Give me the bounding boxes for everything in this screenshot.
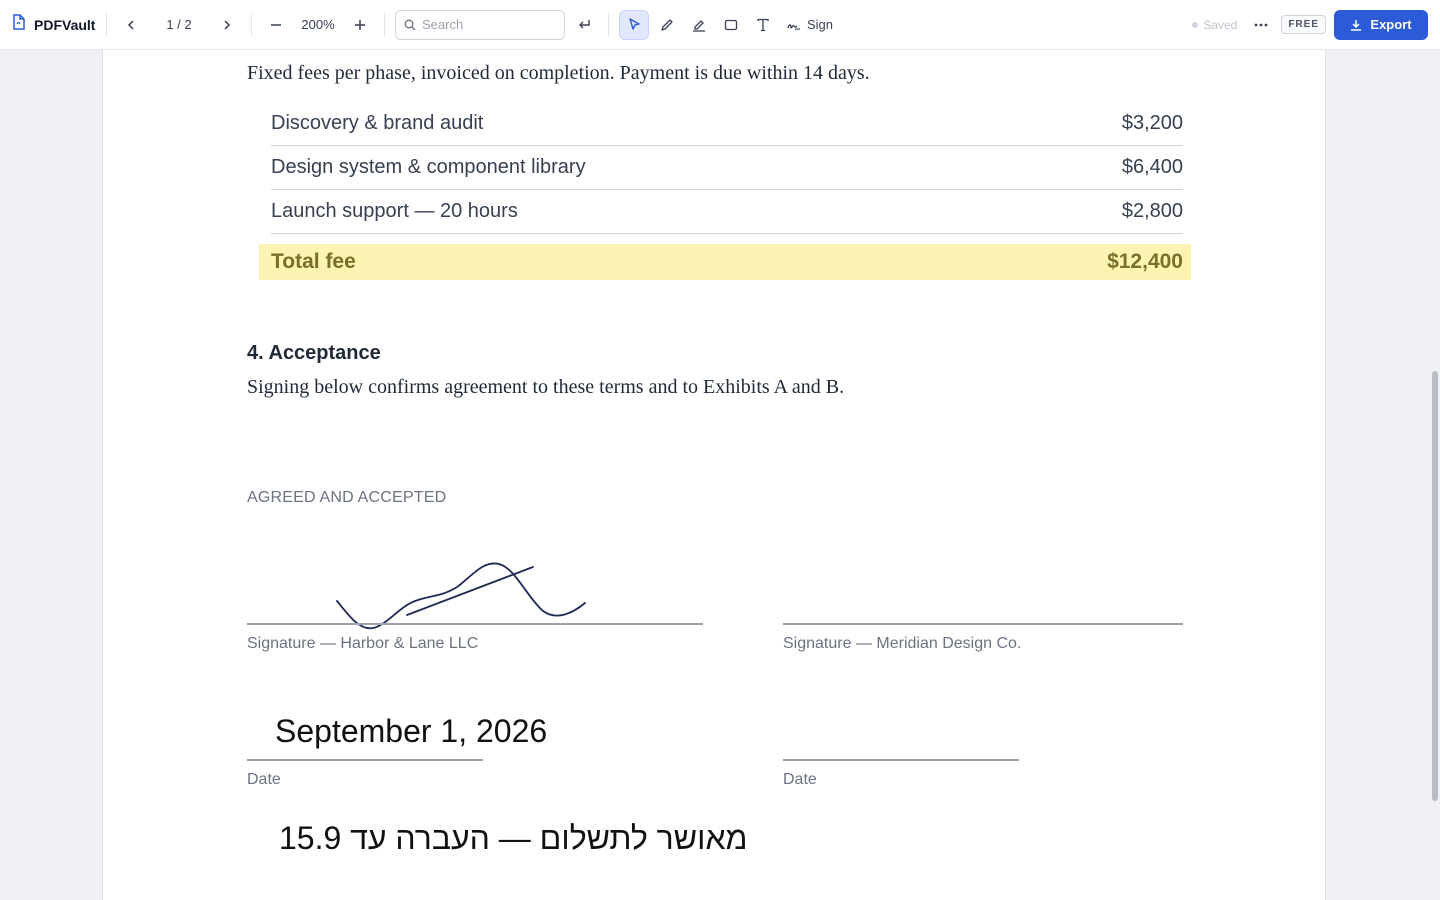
signature-caption-right: Signature — Meridian Design Co.	[783, 635, 1022, 652]
fee-row: Discovery & brand audit $3,200	[271, 102, 1183, 146]
zoom-out-button[interactable]	[262, 11, 290, 39]
fee-row: Design system & component library $6,400	[271, 146, 1183, 190]
text-tool-button[interactable]	[749, 11, 777, 39]
document-page: Fixed fees per phase, invoiced on comple…	[102, 50, 1326, 900]
saved-label: Saved	[1203, 17, 1238, 32]
section-paragraph: Signing below confirms agreement to thes…	[247, 376, 845, 398]
highlight-tool-button[interactable]	[685, 11, 713, 39]
search-box[interactable]	[395, 9, 565, 40]
section-heading: 4. Acceptance	[247, 342, 381, 364]
plan-badge: FREE	[1281, 15, 1326, 34]
agreed-heading: AGREED AND ACCEPTED	[247, 489, 447, 506]
sign-button[interactable]: Sign	[783, 11, 837, 39]
brand: PDFVault	[12, 14, 96, 35]
next-page-button[interactable]	[213, 11, 241, 39]
download-icon	[1351, 19, 1362, 31]
search-submit-button[interactable]	[570, 11, 598, 39]
divider	[384, 12, 385, 37]
pen-tool-button[interactable]	[653, 11, 681, 39]
page-indicator: 1 / 2	[166, 17, 192, 32]
hebrew-text-annotation[interactable]: מאושר לתשלום — העברה עד 15.9	[279, 820, 748, 857]
total-amount: $12,400	[1107, 250, 1183, 273]
fee-label: Launch support — 20 hours	[271, 200, 518, 222]
search-input[interactable]	[422, 17, 552, 32]
zoom-in-button[interactable]	[346, 11, 374, 39]
chevron-left-icon	[127, 19, 134, 30]
text-icon	[757, 18, 769, 31]
search-icon	[404, 19, 416, 30]
chevron-right-icon	[224, 19, 231, 30]
date-caption-left: Date	[247, 771, 281, 788]
scrollbar-thumb[interactable]	[1432, 371, 1438, 801]
sign-label: Sign	[807, 17, 834, 32]
date-line-left	[247, 759, 483, 761]
pen-icon	[661, 18, 673, 31]
cursor-icon	[628, 18, 640, 30]
fee-label: Design system & component library	[271, 156, 586, 178]
file-icon	[12, 14, 26, 35]
minus-icon	[271, 23, 281, 26]
total-fee-row: Total fee $12,400	[259, 244, 1191, 280]
app-name: PDFVault	[34, 16, 96, 33]
date-field-left[interactable]: September 1, 2026	[275, 713, 547, 750]
fee-amount: $2,800	[1121, 200, 1183, 222]
divider	[251, 12, 252, 37]
return-icon	[579, 19, 590, 28]
export-label: Export	[1370, 17, 1412, 32]
fee-amount: $6,400	[1121, 156, 1183, 178]
highlighter-icon	[693, 19, 705, 32]
zoom-level[interactable]: 200%	[294, 17, 342, 32]
shape-tool-button[interactable]	[717, 11, 745, 39]
signature-line-left	[247, 623, 703, 625]
signature-line-right	[783, 623, 1183, 625]
select-tool-button[interactable]	[619, 9, 649, 40]
prev-page-button[interactable]	[117, 11, 145, 39]
toolbar: PDFVault 1 / 2 200% Sign	[0, 0, 1440, 50]
date-caption-right: Date	[783, 771, 817, 788]
divider	[106, 12, 107, 37]
rectangle-icon	[724, 19, 738, 30]
plus-icon	[355, 19, 365, 30]
save-status: Saved	[1192, 18, 1237, 32]
fee-row: Launch support — 20 hours $2,800	[271, 190, 1183, 234]
status-dot	[1192, 21, 1199, 28]
date-line-right	[783, 759, 1019, 761]
signature-caption-left: Signature — Harbor & Lane LLC	[247, 635, 479, 652]
signature-icon	[787, 23, 800, 30]
more-icon	[1254, 23, 1268, 26]
more-menu-button[interactable]	[1247, 11, 1275, 39]
export-button[interactable]: Export	[1334, 9, 1428, 40]
divider	[608, 12, 609, 37]
fee-amount: $3,200	[1121, 112, 1183, 134]
fee-label: Discovery & brand audit	[271, 112, 484, 134]
intro-paragraph: Fixed fees per phase, invoiced on comple…	[247, 62, 870, 84]
total-label: Total fee	[271, 250, 356, 273]
